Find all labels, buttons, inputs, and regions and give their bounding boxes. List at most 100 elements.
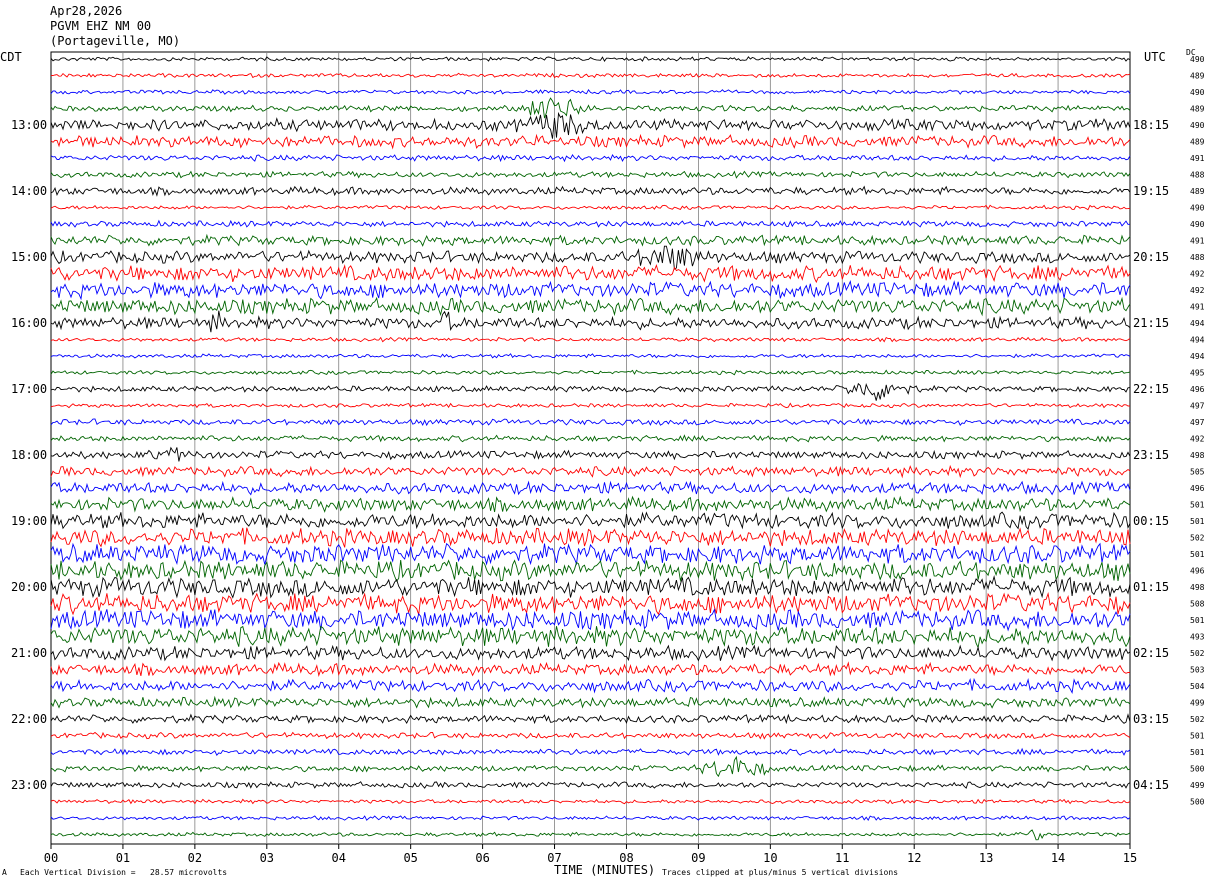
x-tick-label: 03	[260, 851, 274, 865]
dc-offset-label: 501	[1190, 732, 1205, 741]
left-hour-label: 20:00	[11, 580, 47, 594]
dc-offset-label: 496	[1190, 484, 1205, 493]
dc-offset-label: 504	[1190, 682, 1205, 691]
dc-offset-label: 491	[1190, 303, 1205, 312]
trace-line	[50, 233, 1131, 247]
dc-offset-label: 498	[1190, 583, 1205, 592]
trace-line	[50, 575, 1131, 599]
right-hour-label: 20:15	[1133, 250, 1169, 264]
trace-line	[50, 815, 1131, 821]
trace-line	[50, 829, 1131, 841]
trace-line	[50, 747, 1131, 757]
x-tick-label: 10	[763, 851, 777, 865]
dc-offset-label: 492	[1190, 270, 1205, 279]
dc-offset-label: 490	[1190, 55, 1205, 64]
dc-offset-label: 501	[1190, 748, 1205, 757]
dc-offset-label: 500	[1190, 765, 1205, 774]
left-hour-label: 23:00	[11, 778, 47, 792]
left-hour-label: 21:00	[11, 646, 47, 660]
x-tick-label: 13	[979, 851, 993, 865]
trace-line	[50, 310, 1131, 333]
trace-line	[50, 170, 1131, 179]
trace-line	[50, 480, 1131, 496]
dc-offset-label: 491	[1190, 154, 1205, 163]
trace-line	[50, 263, 1131, 284]
trace-line	[50, 511, 1131, 530]
dc-offset-label: 489	[1190, 187, 1205, 196]
left-hour-label: 14:00	[11, 184, 47, 198]
left-hour-label: 19:00	[11, 514, 47, 528]
right-hour-label: 01:15	[1133, 580, 1169, 594]
dc-offset-label: 503	[1190, 666, 1205, 675]
x-tick-label: 06	[475, 851, 489, 865]
right-hour-label: 03:15	[1133, 712, 1169, 726]
dc-offset-label: 502	[1190, 649, 1205, 658]
trace-line	[50, 72, 1131, 79]
dc-offset-label: 508	[1190, 600, 1205, 609]
dc-offset-label: 488	[1190, 253, 1205, 262]
trace-line	[50, 353, 1131, 359]
clip-note: Traces clipped at plus/minus 5 vertical …	[662, 868, 899, 877]
x-tick-label: 05	[403, 851, 417, 865]
dc-offset-label: 501	[1190, 616, 1205, 625]
x-tick-label: 01	[116, 851, 130, 865]
dc-offset-label: 499	[1190, 781, 1205, 790]
dc-offset-label: 502	[1190, 534, 1205, 543]
x-tick-label: 02	[188, 851, 202, 865]
trace-line	[50, 111, 1131, 139]
scale-note: Each Vertical Division = 28.57 microvolt…	[20, 868, 228, 877]
trace-line	[50, 382, 1131, 401]
trace-line	[50, 695, 1131, 709]
trace-line	[50, 713, 1131, 725]
left-hour-label: 13:00	[11, 118, 47, 132]
trace-line	[50, 418, 1131, 427]
trace-line	[50, 185, 1131, 197]
trace-line	[50, 153, 1131, 163]
dc-offset-label: 496	[1190, 567, 1205, 576]
dc-offset-label: 494	[1190, 336, 1205, 345]
dc-offset-label: 502	[1190, 715, 1205, 724]
x-tick-label: 15	[1123, 851, 1137, 865]
dc-offset-label: 488	[1190, 171, 1205, 180]
right-hour-label: 00:15	[1133, 514, 1169, 528]
left-hour-label: 18:00	[11, 448, 47, 462]
trace-line	[50, 755, 1131, 778]
x-tick-label: 11	[835, 851, 849, 865]
trace-line	[50, 56, 1131, 62]
x-tick-label: 09	[691, 851, 705, 865]
dc-offset-label: 491	[1190, 237, 1205, 246]
trace-line	[50, 644, 1131, 662]
dc-offset-label: 494	[1190, 319, 1205, 328]
right-hour-label: 19:15	[1133, 184, 1169, 198]
trace-line	[50, 369, 1131, 376]
trace-line	[50, 677, 1131, 694]
x-tick-label: 12	[907, 851, 921, 865]
left-hour-label: 22:00	[11, 712, 47, 726]
dc-offset-label: 501	[1190, 517, 1205, 526]
trace-line	[50, 97, 1131, 119]
trace-line	[50, 434, 1131, 443]
trace-line	[50, 495, 1131, 513]
dc-offset-label: 493	[1190, 633, 1205, 642]
x-tick-label: 14	[1051, 851, 1065, 865]
dc-offset-label: 495	[1190, 369, 1205, 378]
trace-line	[50, 133, 1131, 150]
x-tick-label: 04	[332, 851, 346, 865]
plot-frame	[50, 51, 1131, 845]
dc-offset-label: 500	[1190, 798, 1205, 807]
trace-line	[50, 781, 1131, 789]
trace-line	[50, 542, 1131, 566]
x-tick-label: 00	[44, 851, 58, 865]
trace-line	[50, 661, 1130, 677]
dc-offset-label: 498	[1190, 451, 1205, 460]
trace-line	[50, 245, 1131, 270]
dc-offset-label: 494	[1190, 352, 1205, 361]
trace-line	[50, 296, 1131, 317]
trace-line	[50, 446, 1131, 462]
left-hour-label: 17:00	[11, 382, 47, 396]
dc-offset-label: 497	[1190, 418, 1205, 427]
footer-mark: A	[2, 868, 7, 877]
trace-line	[50, 607, 1131, 632]
trace-line	[50, 731, 1131, 740]
x-axis-title: TIME (MINUTES)	[554, 863, 656, 877]
